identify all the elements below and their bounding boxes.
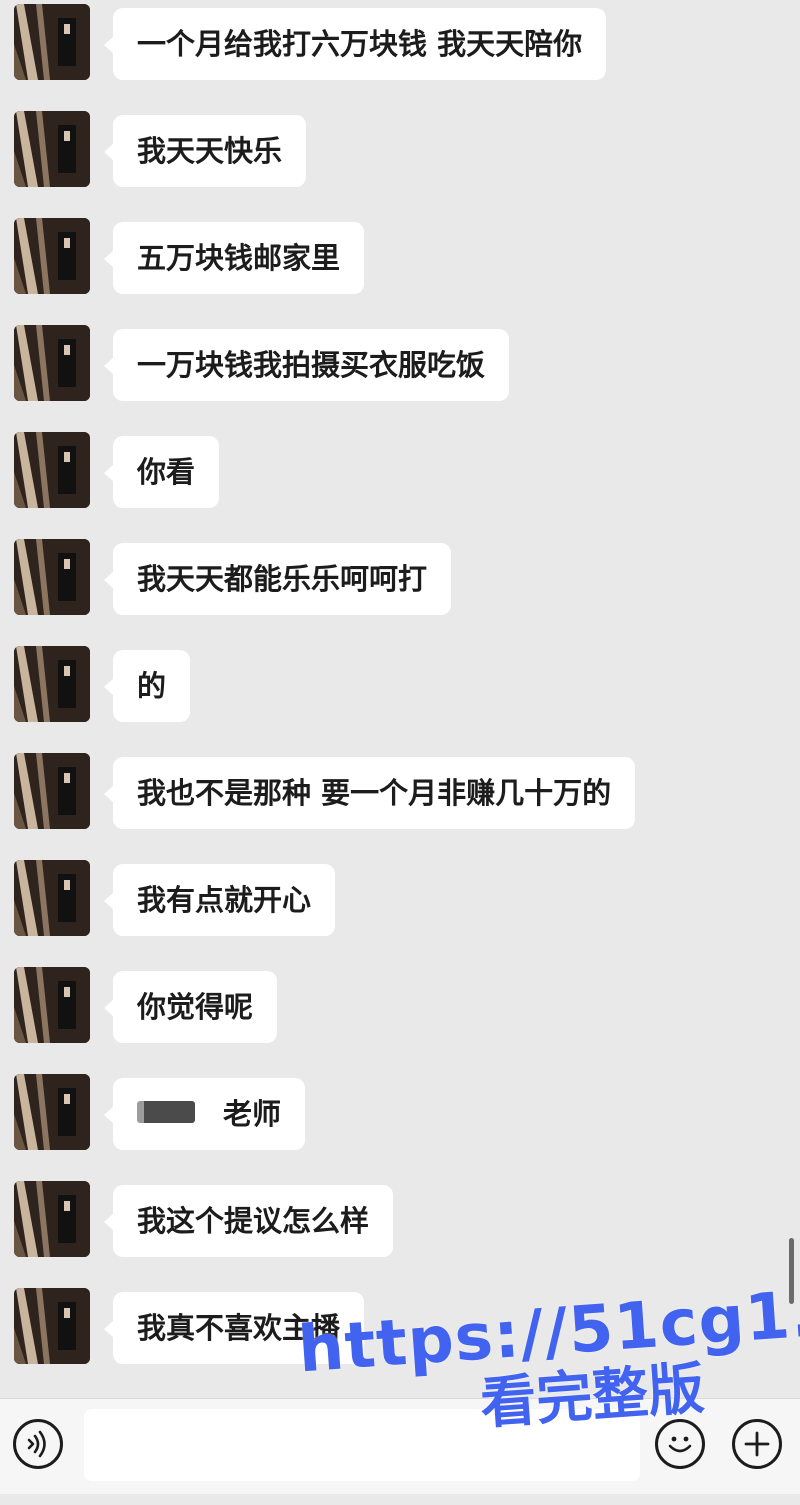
avatar[interactable] xyxy=(14,218,90,294)
message-row: 老师 xyxy=(0,1074,760,1154)
voice-button[interactable] xyxy=(13,1419,63,1469)
message-bubble[interactable]: 我天天快乐 xyxy=(103,115,307,187)
message-row: 我也不是那种 要一个月非赚几十万的 xyxy=(0,753,760,833)
avatar[interactable] xyxy=(14,325,90,401)
avatar[interactable] xyxy=(14,1288,90,1364)
message-row: 我天天快乐 xyxy=(0,111,760,191)
plus-icon xyxy=(744,1431,770,1457)
emoji-icon xyxy=(668,1436,692,1453)
message-bubble[interactable]: 我这个提议怎么样 xyxy=(103,1185,394,1257)
avatar[interactable] xyxy=(14,860,90,936)
message-row: 一个月给我打六万块钱 我天天陪你 xyxy=(0,4,760,84)
avatar[interactable] xyxy=(14,4,90,80)
message-row: 我天天都能乐乐呵呵打 xyxy=(0,539,760,619)
message-bubble[interactable]: 我也不是那种 要一个月非赚几十万的 xyxy=(103,757,636,829)
message-row: 一万块钱我拍摄买衣服吃饭 xyxy=(0,325,760,405)
avatar[interactable] xyxy=(14,1074,90,1150)
avatar[interactable] xyxy=(14,646,90,722)
message-row: 的 xyxy=(0,646,760,726)
voice-icon xyxy=(27,1430,46,1458)
avatar[interactable] xyxy=(14,753,90,829)
message-input[interactable] xyxy=(84,1409,640,1481)
avatar[interactable] xyxy=(14,111,90,187)
avatar[interactable] xyxy=(14,539,90,615)
avatar[interactable] xyxy=(14,967,90,1043)
message-bubble[interactable]: 我有点就开心 xyxy=(103,864,336,936)
message-bubble[interactable]: 你觉得呢 xyxy=(103,971,278,1043)
input-bar xyxy=(0,1398,800,1494)
message-bubble[interactable]: 一个月给我打六万块钱 我天天陪你 xyxy=(103,8,607,80)
scrollbar[interactable] xyxy=(789,1238,794,1304)
chat-message-list[interactable]: 一个月给我打六万块钱 我天天陪你 我天天快乐 五万块钱邮家里 一万块钱我拍摄买衣… xyxy=(0,0,800,1398)
avatar[interactable] xyxy=(14,432,90,508)
message-row: 我有点就开心 xyxy=(0,860,760,940)
message-row: 你看 xyxy=(0,432,760,512)
message-bubble[interactable]: 我真不喜欢主播 xyxy=(103,1292,365,1364)
message-row: 我这个提议怎么样 xyxy=(0,1181,760,1261)
message-bubble[interactable]: 的 xyxy=(103,650,191,722)
emoji-button[interactable] xyxy=(655,1419,705,1469)
message-text: 老师 xyxy=(223,1097,282,1131)
message-bubble[interactable]: 一万块钱我拍摄买衣服吃饭 xyxy=(103,329,510,401)
redacted-name xyxy=(137,1101,195,1123)
message-bubble[interactable]: 老师 xyxy=(103,1078,306,1150)
message-bubble[interactable]: 你看 xyxy=(103,436,220,508)
message-bubble[interactable]: 五万块钱邮家里 xyxy=(103,222,365,294)
avatar[interactable] xyxy=(14,1181,90,1257)
message-bubble[interactable]: 我天天都能乐乐呵呵打 xyxy=(103,543,452,615)
plus-button[interactable] xyxy=(732,1419,782,1469)
message-row: 我真不喜欢主播 xyxy=(0,1288,760,1368)
message-row: 你觉得呢 xyxy=(0,967,760,1047)
message-row: 五万块钱邮家里 xyxy=(0,218,760,298)
